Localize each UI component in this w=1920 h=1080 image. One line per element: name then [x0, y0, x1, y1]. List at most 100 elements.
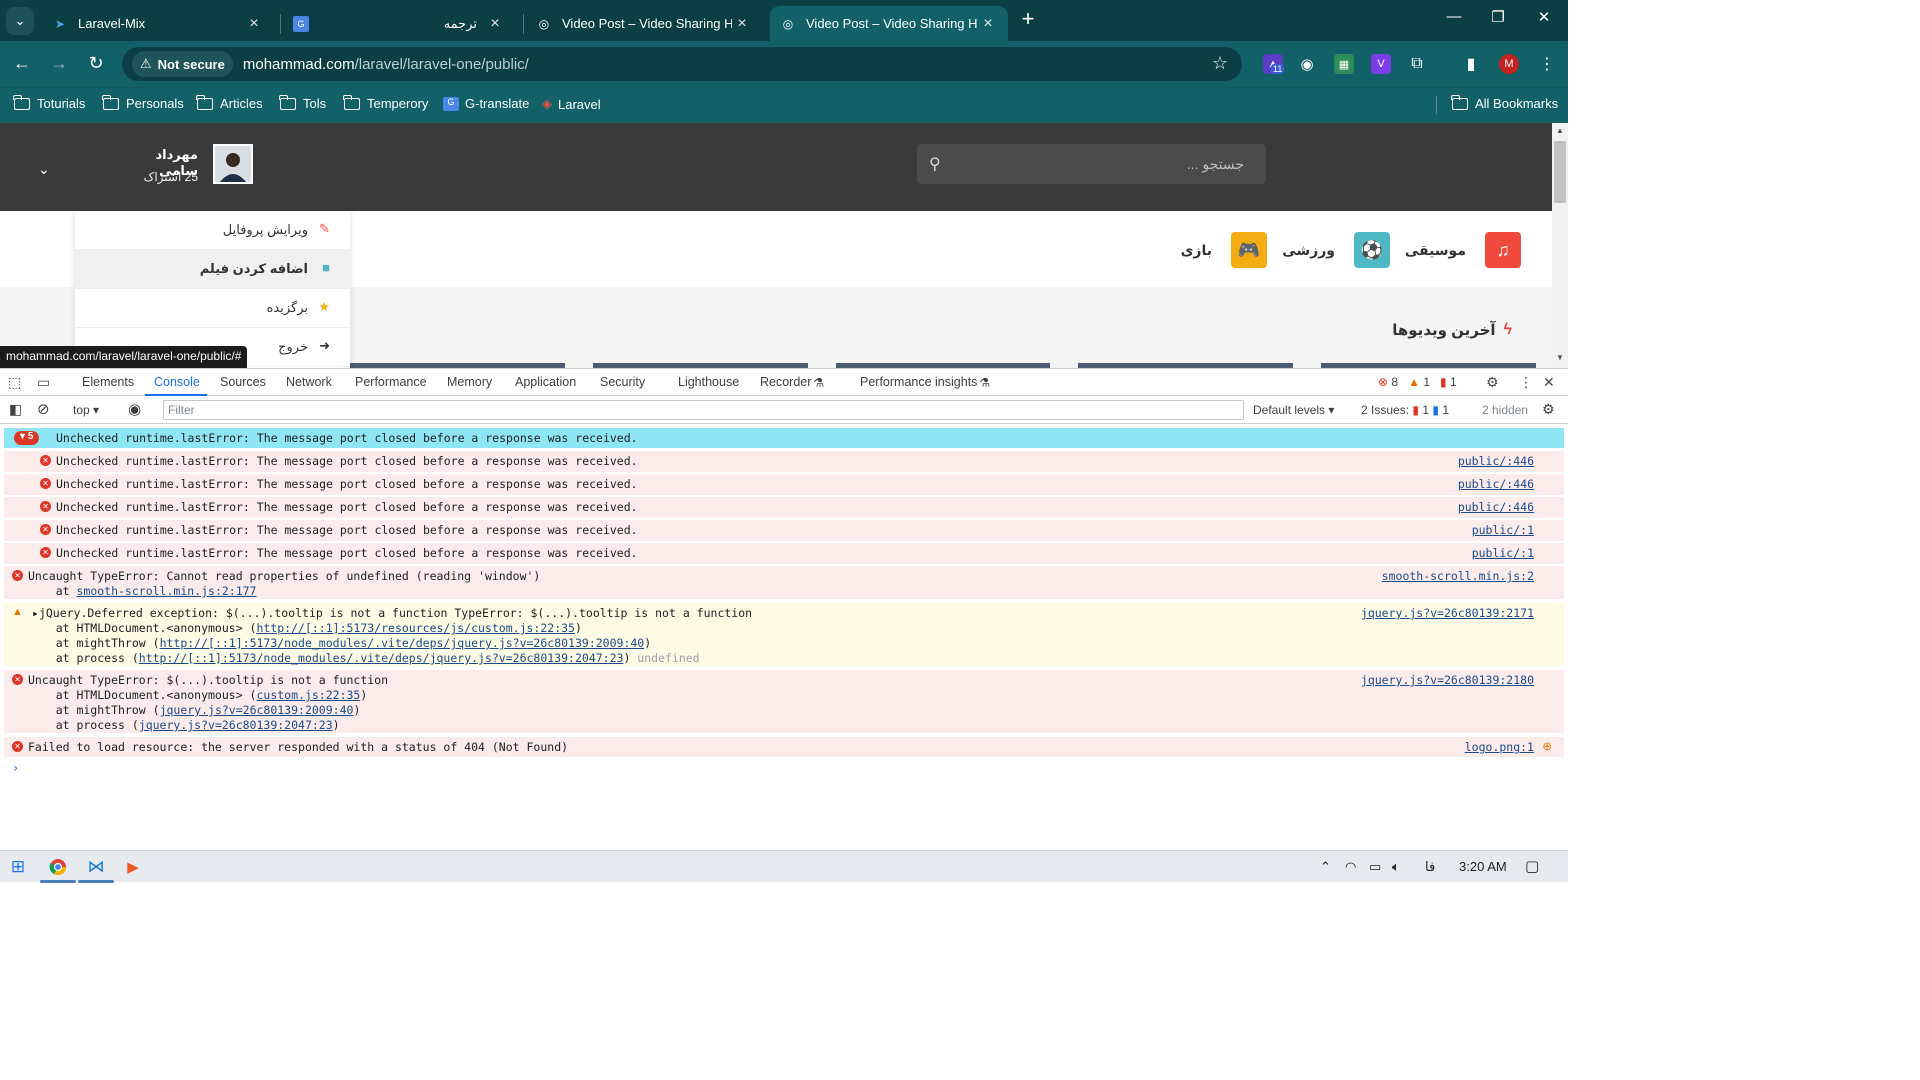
devtools-counts[interactable]: ⊗ 8 ▲ 1 ▮ 1 [1378, 375, 1457, 389]
source-link[interactable]: logo.png:1 [1465, 740, 1534, 754]
extension-bell-icon[interactable]: ▲ 11 [1263, 54, 1285, 74]
devtools-tab-lighthouse[interactable]: Lighthouse [678, 375, 739, 389]
url-text[interactable]: mohammad.com/laravel/laravel-one/public/ [243, 56, 529, 73]
devtools-tab-sources[interactable]: Sources [220, 375, 266, 389]
console-group-row[interactable]: ▾ 5 Unchecked runtime.lastError: The mes… [4, 428, 1564, 448]
category-game-label[interactable]: بازی [1170, 242, 1212, 259]
menu-favorites[interactable]: ★ برگزیده [75, 289, 350, 328]
source-link[interactable]: public/:446 [1458, 500, 1534, 514]
football-icon[interactable]: ⚽ [1354, 232, 1390, 268]
devtools-tab-memory[interactable]: Memory [447, 375, 492, 389]
source-link[interactable]: public/:1 [1472, 546, 1534, 560]
source-link[interactable]: jquery.js?v=26c80139:2180 [1361, 673, 1534, 687]
security-chip[interactable]: ⚠ Not secure [132, 51, 233, 77]
notification-icon[interactable]: ▢ [1525, 857, 1539, 875]
network-icon[interactable]: ⊕ [1542, 739, 1552, 753]
close-tab-icon[interactable]: × [244, 15, 264, 33]
tab-search-button[interactable]: ⌄ [6, 7, 34, 35]
back-button[interactable]: ← [10, 52, 34, 76]
stack-link[interactable]: http://[::1]:5173/node_modules/.vite/dep… [160, 636, 645, 650]
forward-button[interactable]: → [47, 52, 71, 76]
tab-translate[interactable]: G ترجمه × [283, 6, 515, 41]
source-link[interactable]: smooth-scroll.min.js:2 [1382, 569, 1534, 583]
tray-chevron-icon[interactable]: ⌃ [1320, 859, 1331, 875]
stack-link[interactable]: jquery.js?v=26c80139:2047:23 [139, 718, 333, 732]
clock[interactable]: 3:20 AM [1459, 859, 1507, 874]
settings-gear-icon[interactable]: ⚙ [1486, 374, 1499, 391]
bookmark-g-translate[interactable]: G G-translate [443, 96, 529, 111]
scroll-down-icon[interactable]: ▼ [1556, 353, 1564, 362]
live-expression-eye-icon[interactable]: ◉ [128, 400, 141, 418]
console-settings-icon[interactable]: ⚙ [1542, 401, 1555, 418]
menu-add-video[interactable]: ■ اضافه کردن فیلم [75, 250, 350, 289]
menu-kebab-icon[interactable]: ⋮ [1537, 54, 1557, 74]
extensions-puzzle-icon[interactable]: ⧉ [1407, 54, 1427, 74]
devtools-tab-elements[interactable]: Elements [82, 375, 134, 389]
console-prompt-chevron-icon[interactable]: › [12, 761, 19, 775]
chrome-icon[interactable] [46, 856, 70, 878]
stack-link[interactable]: jquery.js?v=26c80139:2009:40 [160, 703, 354, 717]
close-tab-icon[interactable]: × [485, 15, 505, 33]
close-devtools-icon[interactable]: ✕ [1543, 374, 1555, 391]
scroll-up-icon[interactable]: ▲ [1556, 126, 1564, 135]
close-tab-icon[interactable]: × [978, 15, 998, 33]
category-music-label[interactable]: موسیقی [1405, 242, 1466, 259]
media-player-icon[interactable]: ▶ [121, 856, 145, 878]
console-filter-input[interactable]: Filter [163, 400, 1244, 420]
category-sport-label[interactable]: ورزشی [1282, 242, 1335, 259]
sidebar-toggle-icon[interactable]: ◧ [9, 401, 22, 418]
source-link[interactable]: public/:446 [1458, 454, 1534, 468]
tab-video-post-active[interactable]: ◎ Video Post – Video Sharing HTML × [770, 6, 1008, 41]
devtools-tab-performance-insights[interactable]: Performance insights [860, 375, 977, 389]
source-link[interactable]: jquery.js?v=26c80139:2171 [1361, 606, 1534, 620]
menu-edit-profile[interactable]: ✎ ویرایش پروفایل [75, 211, 350, 250]
all-bookmarks[interactable]: All Bookmarks [1451, 94, 1558, 111]
music-icon[interactable]: ♫ [1485, 232, 1521, 268]
wifi-icon[interactable]: ◠ [1345, 859, 1356, 875]
profile-avatar[interactable]: M [1499, 54, 1519, 74]
issues-button[interactable]: 2 Issues: ▮ 1 ▮ 1 [1361, 403, 1449, 417]
bookmark-tols[interactable]: Tols [279, 94, 326, 111]
user-avatar[interactable] [213, 144, 253, 184]
tab-laravel-mix[interactable]: ➤ Laravel-Mix × [42, 6, 274, 41]
bookmark-laravel[interactable]: ◈ Laravel [542, 96, 601, 112]
input-language[interactable]: فا [1425, 859, 1435, 875]
bookmark-articles[interactable]: Articles [196, 94, 263, 111]
reload-button[interactable]: ↻ [84, 52, 108, 76]
side-panel-icon[interactable]: ▮ [1461, 54, 1481, 74]
stack-link[interactable]: http://[::1]:5173/resources/js/custom.js… [256, 621, 575, 635]
volume-icon[interactable]: 🔈︎ [1392, 859, 1400, 875]
warning-message-line[interactable]: ▸jQuery.Deferred exception: $(...).toolt… [32, 606, 752, 620]
bookmark-temperory[interactable]: Temperory [343, 94, 428, 111]
devtools-tab-performance[interactable]: Performance [355, 375, 427, 389]
devtools-tab-recorder[interactable]: Recorder [760, 375, 811, 389]
bookmark-personals[interactable]: Personals [102, 94, 184, 111]
stack-link[interactable]: smooth-scroll.min.js:2:177 [76, 584, 256, 598]
extension-v-icon[interactable]: V [1371, 54, 1391, 74]
minimize-button[interactable]: — [1440, 8, 1468, 32]
gamepad-icon[interactable]: 🎮 [1231, 232, 1267, 268]
bookmark-toturials[interactable]: Toturials [13, 94, 85, 111]
devtools-tab-application[interactable]: Application [515, 375, 576, 389]
context-selector[interactable]: top ▾ [73, 403, 99, 417]
stack-link[interactable]: custom.js:22:35 [256, 688, 360, 702]
devtools-tab-security[interactable]: Security [600, 375, 645, 389]
new-tab-button[interactable]: + [1016, 8, 1040, 32]
clear-console-icon[interactable]: ⊘ [37, 400, 50, 418]
extension-circle-icon[interactable]: ◉ [1297, 54, 1317, 74]
windows-start-icon[interactable]: ⊞ [6, 856, 30, 878]
source-link[interactable]: public/:446 [1458, 477, 1534, 491]
site-search-input[interactable]: ⚲ جستجو ... [917, 144, 1266, 184]
log-levels-dropdown[interactable]: Default levels ▾ [1253, 403, 1334, 417]
user-menu-chevron-icon[interactable]: ⌄ [38, 161, 50, 178]
source-link[interactable]: public/:1 [1472, 523, 1534, 537]
bookmark-star-icon[interactable]: ☆ [1212, 53, 1228, 74]
scrollbar-thumb[interactable] [1554, 141, 1566, 203]
devtools-tab-console[interactable]: Console [154, 375, 200, 389]
tab-video-post-1[interactable]: ◎ Video Post – Video Sharing HTML × [526, 6, 762, 41]
inspect-element-icon[interactable]: ⬚ [8, 374, 21, 391]
devtools-menu-icon[interactable]: ⋮ [1519, 374, 1533, 391]
battery-icon[interactable]: ▭ [1369, 859, 1381, 875]
extension-sheets-icon[interactable]: ▦ [1334, 54, 1354, 74]
close-window-button[interactable]: ✕ [1530, 8, 1558, 32]
